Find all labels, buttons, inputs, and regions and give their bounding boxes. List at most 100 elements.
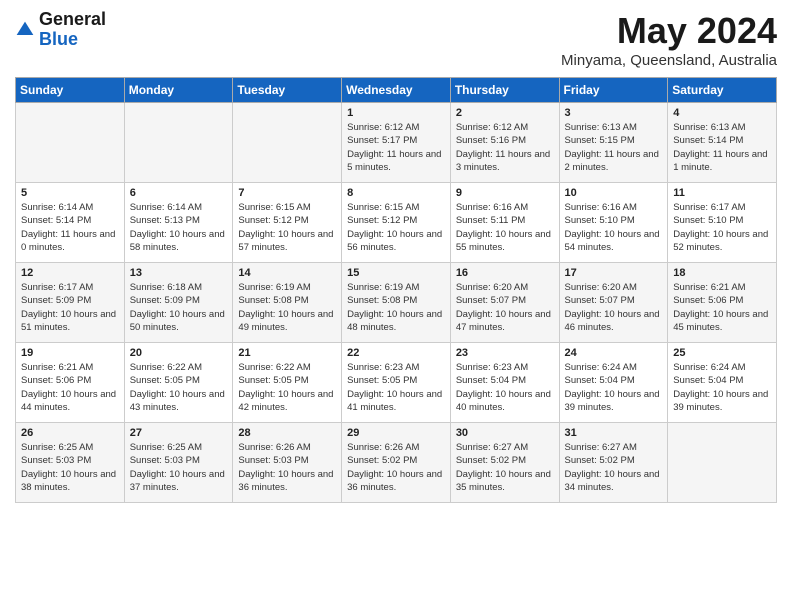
calendar-cell: 10Sunrise: 6:16 AM Sunset: 5:10 PM Dayli… [559,183,668,263]
day-number: 13 [130,267,228,279]
cell-text: Sunrise: 6:19 AM Sunset: 5:08 PM Dayligh… [238,281,336,334]
calendar-cell: 2 Sunrise: 6:12 AM Sunset: 5:16 PM Daylig… [450,103,559,183]
calendar-cell: 5 Sunrise: 6:14 AM Sunset: 5:14 PM Daylig… [16,183,125,263]
day-number: 7 [238,187,336,199]
day-number: 22 [347,347,445,359]
title-block: May 2024 Minyama, Queensland, Australia [561,10,777,69]
cell-text: Sunrise: 6:15 AM Sunset: 5:12 PM Dayligh… [347,201,445,254]
day-number: 2 [456,107,554,119]
calendar-week-row: 19 Sunrise: 6:21 AM Sunset: 5:06 PM Dayli… [16,343,777,423]
cell-text: Sunrise: 6:13 AM Sunset: 5:15 PM Dayligh… [565,121,663,174]
cell-text: Sunrise: 6:26 AM Sunset: 5:02 PM Dayligh… [347,441,445,494]
calendar-cell: 29 Sunrise: 6:26 AM Sunset: 5:02 PM Dayli… [342,423,451,503]
calendar-cell: 21 Sunrise: 6:22 AM Sunset: 5:05 PM Dayli… [233,343,342,423]
page-header: General Blue May 2024 Minyama, Queenslan… [15,10,777,69]
cell-text: Sunrise: 6:21 AM Sunset: 5:06 PM Dayligh… [21,361,119,414]
calendar-cell: 27 Sunrise: 6:25 AM Sunset: 5:03 PM Dayli… [124,423,233,503]
day-number: 27 [130,427,228,439]
calendar-body: 1 Sunrise: 6:12 AM Sunset: 5:17 PM Daylig… [16,103,777,503]
calendar-cell: 11 Sunrise: 6:17 AM Sunset: 5:10 PM Dayli… [668,183,777,263]
calendar-cell: 13 Sunrise: 6:18 AM Sunset: 5:09 PM Dayli… [124,263,233,343]
day-number: 28 [238,427,336,439]
cell-text: Sunrise: 6:12 AM Sunset: 5:17 PM Dayligh… [347,121,445,174]
day-number: 5 [21,187,119,199]
cell-text: Sunrise: 6:24 AM Sunset: 5:04 PM Dayligh… [565,361,663,414]
day-number: 31 [565,427,663,439]
header-sunday: Sunday [16,78,125,103]
cell-text: Sunrise: 6:25 AM Sunset: 5:03 PM Dayligh… [130,441,228,494]
day-number: 26 [21,427,119,439]
logo-text: General Blue [39,10,106,50]
day-number: 10 [565,187,663,199]
logo-icon [15,20,35,40]
calendar-cell [16,103,125,183]
day-number: 24 [565,347,663,359]
header-wednesday: Wednesday [342,78,451,103]
day-number: 21 [238,347,336,359]
calendar-cell: 15 Sunrise: 6:19 AM Sunset: 5:08 PM Dayli… [342,263,451,343]
calendar-cell: 22 Sunrise: 6:23 AM Sunset: 5:05 PM Dayli… [342,343,451,423]
calendar-cell: 7 Sunrise: 6:15 AM Sunset: 5:12 PM Daylig… [233,183,342,263]
cell-text: Sunrise: 6:14 AM Sunset: 5:14 PM Dayligh… [21,201,119,254]
day-number: 8 [347,187,445,199]
day-number: 16 [456,267,554,279]
day-number: 29 [347,427,445,439]
calendar-week-row: 26 Sunrise: 6:25 AM Sunset: 5:03 PM Dayli… [16,423,777,503]
cell-text: Sunrise: 6:12 AM Sunset: 5:16 PM Dayligh… [456,121,554,174]
cell-text: Sunrise: 6:24 AM Sunset: 5:04 PM Dayligh… [673,361,771,414]
calendar-cell [668,423,777,503]
calendar-cell: 25 Sunrise: 6:24 AM Sunset: 5:04 PM Dayli… [668,343,777,423]
cell-text: Sunrise: 6:20 AM Sunset: 5:07 PM Dayligh… [565,281,663,334]
cell-text: Sunrise: 6:23 AM Sunset: 5:04 PM Dayligh… [456,361,554,414]
calendar-cell: 3 Sunrise: 6:13 AM Sunset: 5:15 PM Daylig… [559,103,668,183]
calendar-cell: 23 Sunrise: 6:23 AM Sunset: 5:04 PM Dayli… [450,343,559,423]
cell-text: Sunrise: 6:22 AM Sunset: 5:05 PM Dayligh… [238,361,336,414]
day-number: 19 [21,347,119,359]
cell-text: Sunrise: 6:17 AM Sunset: 5:09 PM Dayligh… [21,281,119,334]
day-number: 1 [347,107,445,119]
calendar-cell: 9Sunrise: 6:16 AM Sunset: 5:11 PM Daylig… [450,183,559,263]
cell-text: Sunrise: 6:23 AM Sunset: 5:05 PM Dayligh… [347,361,445,414]
cell-text: Sunrise: 6:27 AM Sunset: 5:02 PM Dayligh… [565,441,663,494]
cell-text: Sunrise: 6:15 AM Sunset: 5:12 PM Dayligh… [238,201,336,254]
cell-text: Sunrise: 6:20 AM Sunset: 5:07 PM Dayligh… [456,281,554,334]
calendar-cell: 6Sunrise: 6:14 AM Sunset: 5:13 PM Daylig… [124,183,233,263]
cell-text: Sunrise: 6:27 AM Sunset: 5:02 PM Dayligh… [456,441,554,494]
day-number: 6 [130,187,228,199]
day-number: 3 [565,107,663,119]
calendar-week-row: 1 Sunrise: 6:12 AM Sunset: 5:17 PM Daylig… [16,103,777,183]
day-number: 11 [673,187,771,199]
calendar-cell: 30Sunrise: 6:27 AM Sunset: 5:02 PM Dayli… [450,423,559,503]
day-number: 15 [347,267,445,279]
cell-text: Sunrise: 6:25 AM Sunset: 5:03 PM Dayligh… [21,441,119,494]
day-number: 17 [565,267,663,279]
calendar-table: SundayMondayTuesdayWednesdayThursdayFrid… [15,77,777,503]
cell-text: Sunrise: 6:26 AM Sunset: 5:03 PM Dayligh… [238,441,336,494]
logo: General Blue [15,10,106,50]
cell-text: Sunrise: 6:21 AM Sunset: 5:06 PM Dayligh… [673,281,771,334]
calendar-cell [233,103,342,183]
calendar-cell: 18 Sunrise: 6:21 AM Sunset: 5:06 PM Dayli… [668,263,777,343]
calendar-cell: 8 Sunrise: 6:15 AM Sunset: 5:12 PM Daylig… [342,183,451,263]
day-number: 25 [673,347,771,359]
calendar-header: SundayMondayTuesdayWednesdayThursdayFrid… [16,78,777,103]
day-number: 20 [130,347,228,359]
logo-blue: Blue [39,30,106,50]
calendar-cell: 16 Sunrise: 6:20 AM Sunset: 5:07 PM Dayli… [450,263,559,343]
cell-text: Sunrise: 6:22 AM Sunset: 5:05 PM Dayligh… [130,361,228,414]
calendar-cell: 4Sunrise: 6:13 AM Sunset: 5:14 PM Daylig… [668,103,777,183]
day-number: 14 [238,267,336,279]
location-title: Minyama, Queensland, Australia [561,52,777,69]
calendar-cell: 1 Sunrise: 6:12 AM Sunset: 5:17 PM Daylig… [342,103,451,183]
logo-general: General [39,10,106,30]
cell-text: Sunrise: 6:19 AM Sunset: 5:08 PM Dayligh… [347,281,445,334]
calendar-cell: 26 Sunrise: 6:25 AM Sunset: 5:03 PM Dayli… [16,423,125,503]
cell-text: Sunrise: 6:17 AM Sunset: 5:10 PM Dayligh… [673,201,771,254]
header-saturday: Saturday [668,78,777,103]
calendar-week-row: 5 Sunrise: 6:14 AM Sunset: 5:14 PM Daylig… [16,183,777,263]
calendar-cell [124,103,233,183]
cell-text: Sunrise: 6:18 AM Sunset: 5:09 PM Dayligh… [130,281,228,334]
header-row: SundayMondayTuesdayWednesdayThursdayFrid… [16,78,777,103]
day-number: 18 [673,267,771,279]
day-number: 23 [456,347,554,359]
